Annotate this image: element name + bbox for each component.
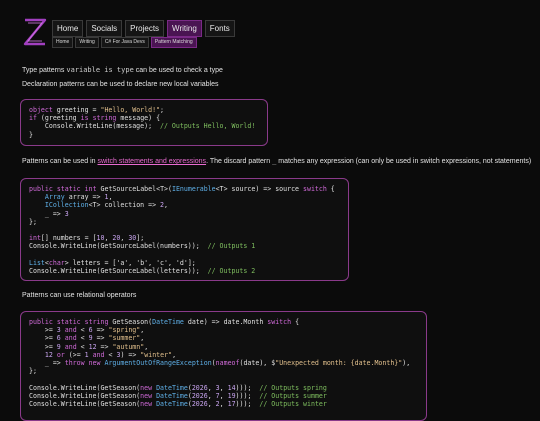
nav-writing[interactable]: Writing [167, 20, 202, 37]
breadcrumb-csharp-for-java-devs[interactable]: C# For Java Devs [100, 37, 149, 48]
site-logo-icon[interactable] [22, 18, 48, 46]
nav-socials[interactable]: Socials [86, 20, 123, 37]
code-block-declaration: object greeting = "Hello, World!"; if (g… [20, 99, 268, 146]
paragraph-relational-patterns: Patterns can use relational operators [22, 292, 137, 299]
paragraph-declaration-patterns: Declaration patterns can be used to decl… [22, 81, 219, 88]
main-nav: Home Socials Projects Writing Fonts [52, 20, 235, 37]
breadcrumb-home[interactable]: Home [52, 37, 74, 48]
switch-link[interactable]: switch statements and expressions [98, 158, 207, 165]
breadcrumb: Home Writing C# For Java Devs Pattern Ma… [52, 37, 197, 48]
inline-code: variable is type [66, 66, 134, 74]
nav-home[interactable]: Home [52, 20, 84, 37]
nav-projects[interactable]: Projects [125, 20, 165, 37]
nav-fonts[interactable]: Fonts [204, 20, 235, 37]
paragraph-switch-patterns: Patterns can be used in switch statement… [22, 157, 532, 165]
breadcrumb-pattern-matching[interactable]: Pattern Matching [150, 37, 197, 48]
paragraph-type-patterns: Type patterns variable is type can be us… [22, 66, 223, 74]
code-block-switch: public static int GetSourceLabel<T>(IEnu… [20, 178, 349, 281]
breadcrumb-writing[interactable]: Writing [75, 37, 99, 48]
